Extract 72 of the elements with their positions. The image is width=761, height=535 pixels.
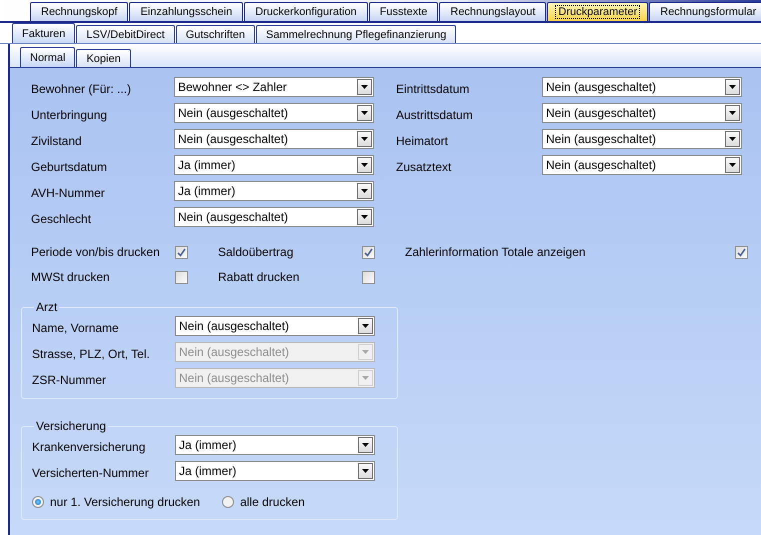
field-label: Zusatztext <box>396 158 452 174</box>
dropdown-field[interactable]: Nein (ausgeschaltet) <box>174 207 374 227</box>
field-label: Austrittsdatum <box>396 106 474 122</box>
tab[interactable]: Fusstexte <box>368 2 438 21</box>
dropdown-field[interactable]: Ja (immer) <box>175 461 375 481</box>
field-label: Krankenversicherung <box>32 438 146 454</box>
option-label: Zahlerinformation Totale anzeigen <box>405 245 586 259</box>
checkbox[interactable] <box>735 246 748 258</box>
caret-icon <box>362 469 369 473</box>
option-label: Rabatt drucken <box>218 270 300 284</box>
field-label: Geburtsdatum <box>31 158 108 174</box>
field-label: Strasse, PLZ, Ort, Tel. <box>32 346 151 360</box>
dropdown-field[interactable]: Nein (ausgeschaltet) <box>542 129 742 149</box>
dropdown-field[interactable]: Nein (ausgeschaltet) <box>174 103 374 123</box>
caret-icon <box>361 163 368 167</box>
caret-icon <box>361 137 368 141</box>
option-label: MWSt drucken <box>31 270 110 284</box>
group-title: Arzt <box>35 300 58 314</box>
caret-icon <box>729 163 736 167</box>
tab[interactable]: Druckerkonfiguration <box>244 2 368 21</box>
field-label: Versicherten-Nummer <box>32 464 150 480</box>
tab[interactable]: LSV/DebitDirect <box>76 25 175 43</box>
dropdown-field[interactable]: Bewohner <> Zahler <box>174 77 374 97</box>
tab[interactable]: Gutschriften <box>176 25 255 43</box>
dropdown-field[interactable]: Ja (immer) <box>175 435 375 455</box>
caret-icon <box>729 111 736 115</box>
tab[interactable]: Rechnungslayout <box>439 2 546 21</box>
caret-icon <box>729 137 736 141</box>
caret-icon <box>361 85 368 89</box>
tab[interactable]: Einzahlungsschein <box>129 2 244 21</box>
field-label: Zivilstand <box>31 132 83 148</box>
caret-icon <box>361 111 368 115</box>
caret-icon <box>362 350 369 354</box>
group-title: Versicherung <box>35 419 108 433</box>
dropdown-field[interactable]: Nein (ausgeschaltet) <box>175 316 375 336</box>
checkbox[interactable] <box>175 270 188 284</box>
dropdown-field[interactable]: Ja (immer) <box>174 181 374 201</box>
caret-icon <box>362 324 369 328</box>
dropdown-field[interactable]: Nein (ausgeschaltet) <box>542 155 742 175</box>
caret-icon <box>362 376 369 380</box>
dropdown-field[interactable]: Nein (ausgeschaltet) <box>542 77 742 97</box>
caret-icon <box>362 443 369 447</box>
caret-icon <box>361 215 368 219</box>
field-label: Geschlecht <box>31 210 92 226</box>
option-label: Periode von/bis drucken <box>31 245 160 259</box>
tab[interactable]: Druckparameter <box>547 2 648 21</box>
dropdown-field[interactable]: Ja (immer) <box>174 155 374 175</box>
field-label: Heimatort <box>396 132 450 148</box>
checkbox[interactable] <box>175 246 188 258</box>
tab[interactable]: Sammelrechnung Pflegefinanzierung <box>256 25 456 43</box>
radio-label: alle drucken <box>240 495 305 509</box>
field-label: AVH-Nummer <box>31 184 106 200</box>
checkbox[interactable] <box>362 270 375 284</box>
field-label: Unterbringung <box>31 106 108 122</box>
tab[interactable]: Kopien <box>76 49 131 67</box>
radio-button[interactable] <box>32 496 44 508</box>
caret-icon <box>729 85 736 89</box>
field-label: ZSR-Nummer <box>32 372 107 386</box>
tab[interactable]: Rechnungsformular <box>649 2 761 21</box>
radio-button[interactable] <box>222 496 234 508</box>
tab[interactable]: Fakturen <box>12 23 76 43</box>
tab[interactable]: Normal <box>20 47 76 67</box>
tab[interactable]: Rechnungskopf <box>30 2 128 21</box>
option-label: Saldoübertrag <box>218 245 294 259</box>
dropdown-field[interactable]: Nein (ausgeschaltet) <box>542 103 742 123</box>
field-label: Eintrittsdatum <box>396 80 470 96</box>
radio-label: nur 1. Versicherung drucken <box>50 495 200 509</box>
caret-icon <box>361 189 368 193</box>
field-label: Bewohner (Für: ...) <box>31 80 132 96</box>
dropdown-field[interactable]: Nein (ausgeschaltet) <box>174 129 374 149</box>
checkbox[interactable] <box>362 246 375 258</box>
field-label: Name, Vorname <box>32 320 120 334</box>
